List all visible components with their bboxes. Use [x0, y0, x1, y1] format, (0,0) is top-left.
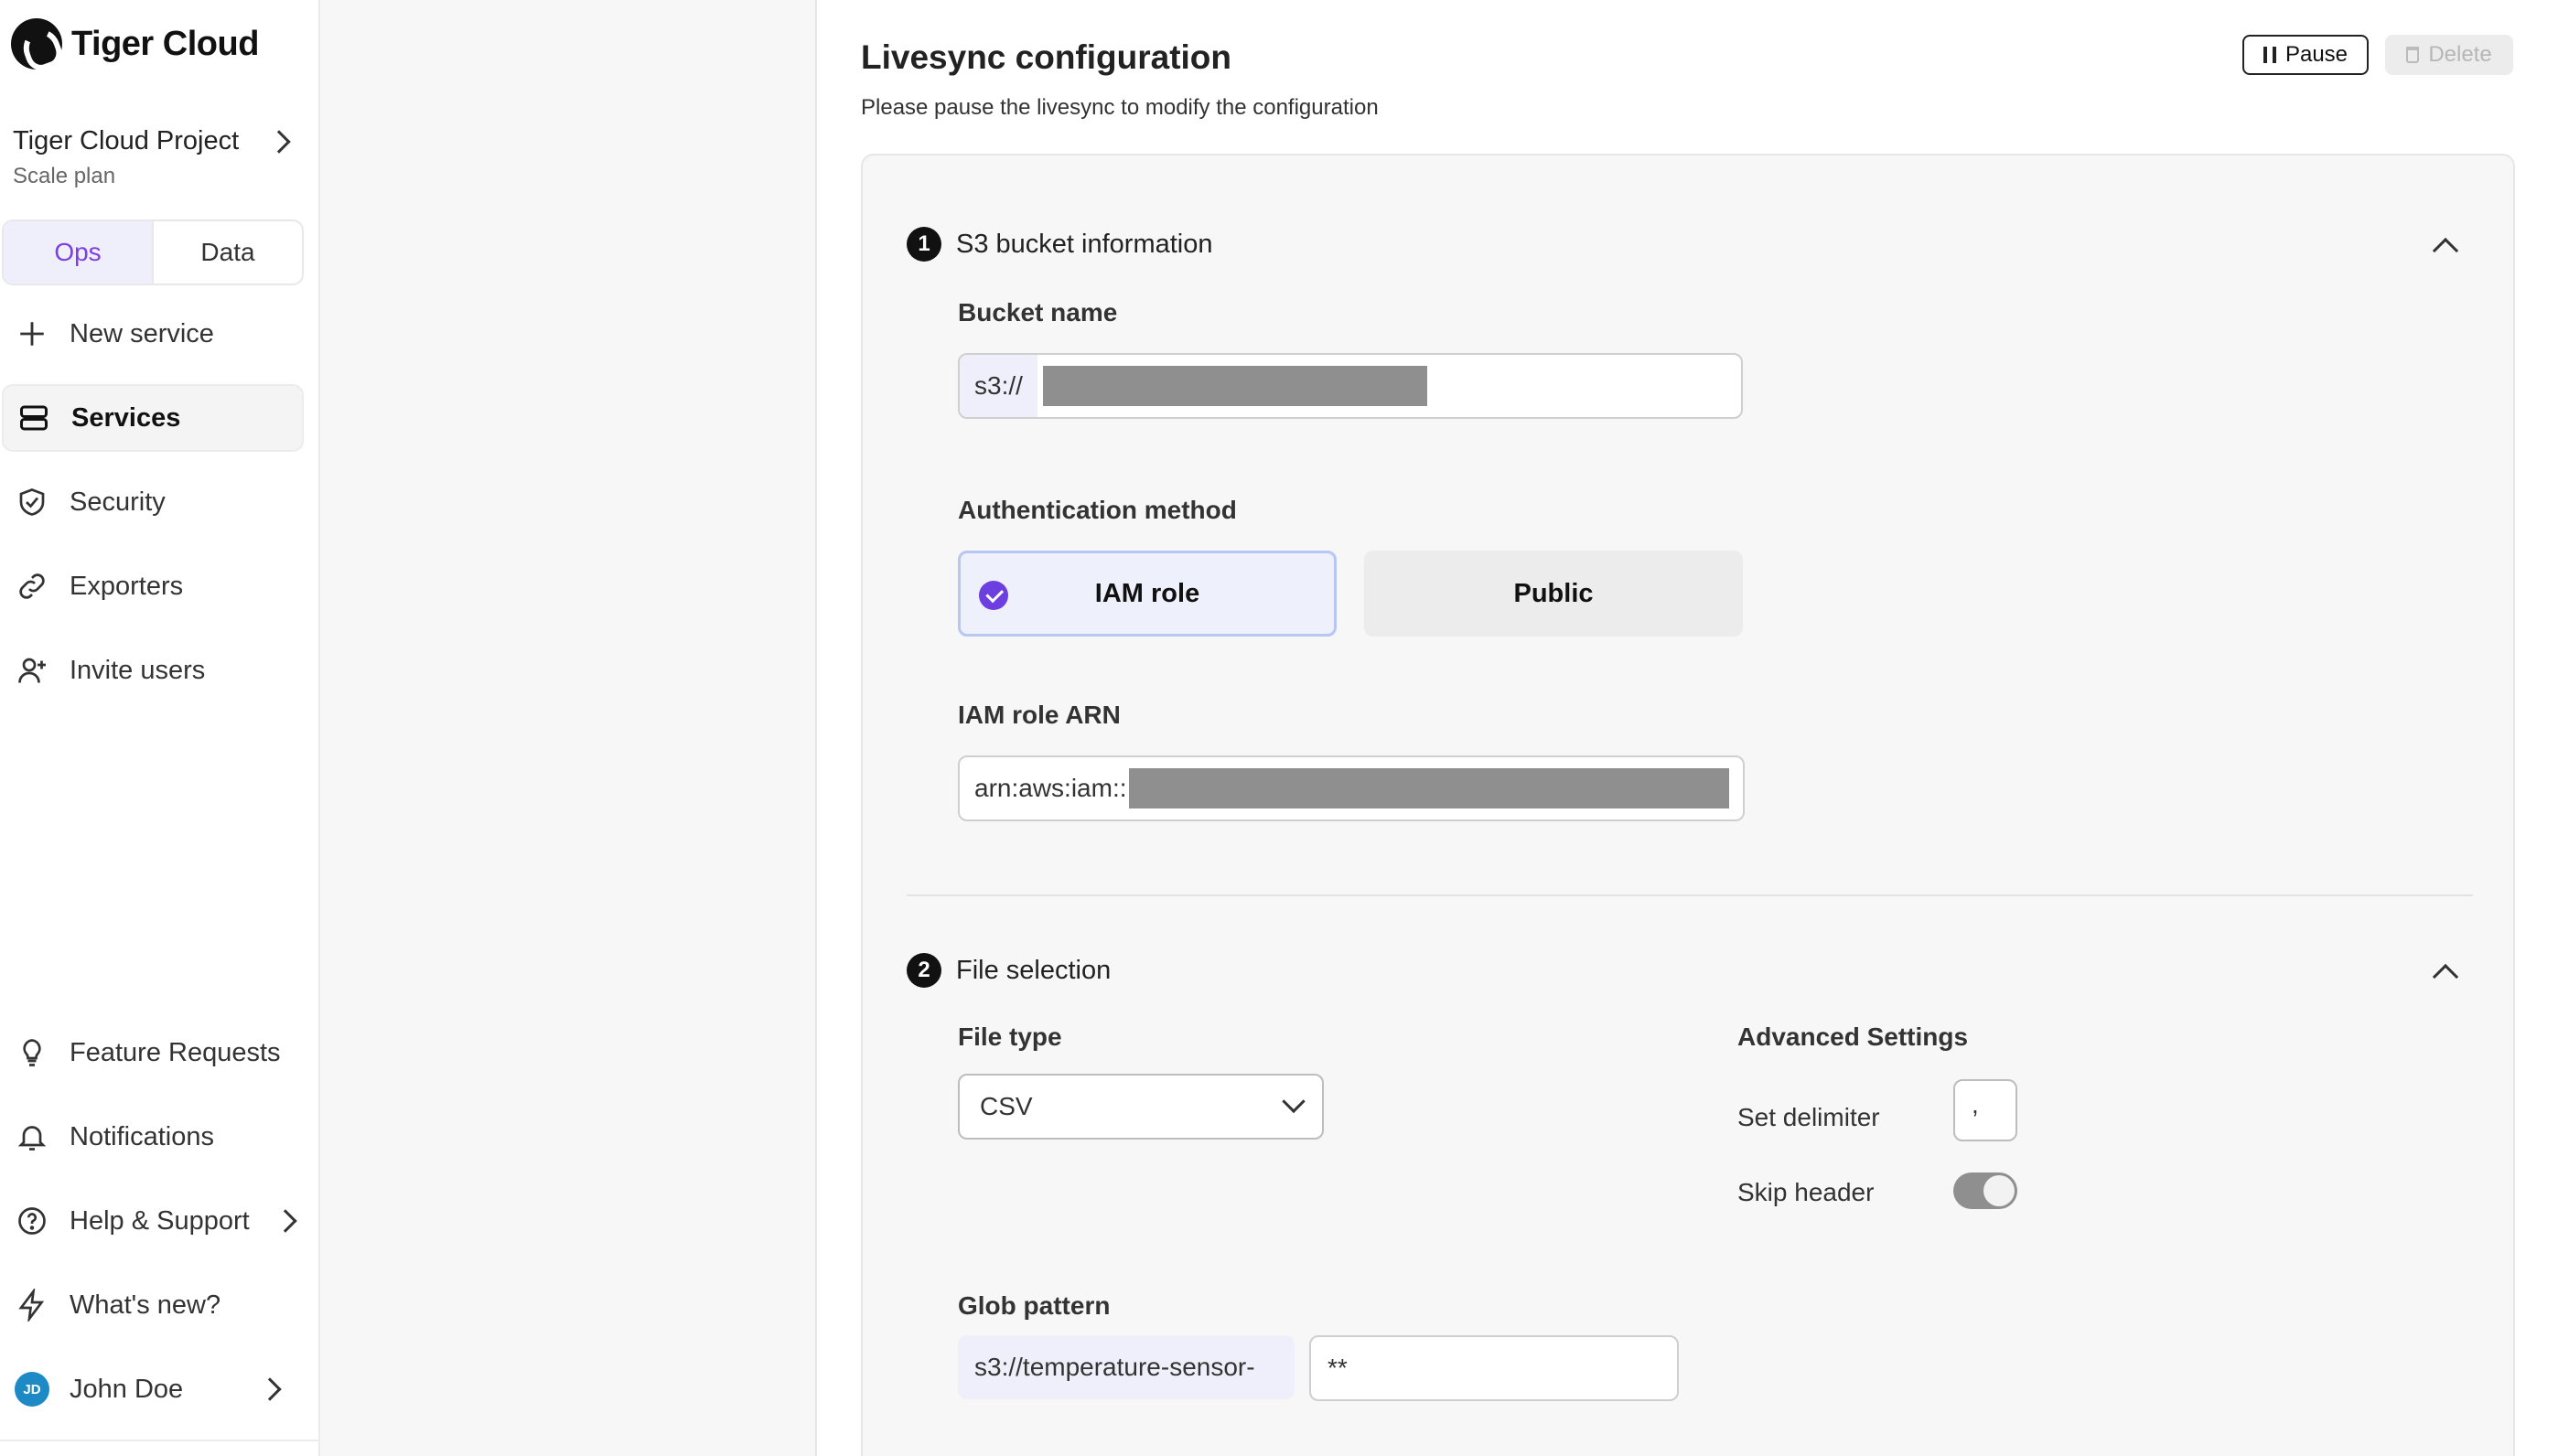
bell-icon: [15, 1119, 49, 1154]
glob-pattern-label: Glob pattern: [958, 1291, 1111, 1320]
check-circle-icon: [979, 581, 1008, 610]
project-switcher[interactable]: Tiger Cloud Project Scale plan: [13, 126, 306, 189]
bucket-prefix: s3://: [960, 355, 1037, 417]
question-circle-icon: [15, 1204, 49, 1238]
chevron-right-icon: [273, 1209, 297, 1233]
sidebar-item-feature-requests[interactable]: Feature Requests: [2, 1019, 304, 1087]
sidebar-item-exporters[interactable]: Exporters: [2, 552, 304, 620]
chevron-up-icon[interactable]: [2432, 237, 2459, 264]
project-name: Tiger Cloud Project: [13, 126, 240, 155]
main-content: Livesync configuration Please pause the …: [817, 0, 2569, 1456]
sidebar-item-whats-new[interactable]: What's new?: [2, 1271, 304, 1339]
step-2-header[interactable]: 2 File selection: [907, 953, 1111, 988]
pause-button[interactable]: Pause: [2242, 35, 2369, 75]
sidebar-item-help-support[interactable]: Help & Support: [2, 1187, 304, 1255]
trash-icon: [2406, 47, 2420, 63]
chevron-right-icon: [267, 129, 291, 154]
auth-option-public[interactable]: Public: [1364, 551, 1743, 637]
arn-prefix: arn:aws:iam::: [974, 774, 1127, 802]
glob-pattern-input[interactable]: **: [1309, 1335, 1679, 1401]
sidebar-item-label: Exporters: [70, 571, 184, 601]
file-type-value: CSV: [980, 1092, 1033, 1120]
sidebar-item-label: Invite users: [70, 655, 206, 685]
page-subtitle: Please pause the livesync to modify the …: [861, 95, 1379, 120]
step-title: File selection: [956, 955, 1112, 985]
sidebar-item-label: Notifications: [70, 1121, 214, 1151]
step-title: S3 bucket information: [956, 229, 1213, 259]
glob-pattern-value: **: [1327, 1354, 1348, 1382]
step-number: 1: [907, 227, 941, 262]
project-plan: Scale plan: [13, 164, 116, 188]
delimiter-input[interactable]: ,: [1953, 1079, 2017, 1141]
tiger-logo-icon: [11, 18, 62, 70]
step-1-header[interactable]: 1 S3 bucket information: [907, 227, 1212, 262]
glob-prefix: s3://temperature-sensor-: [958, 1335, 1295, 1399]
sidebar-item-security[interactable]: Security: [2, 468, 304, 536]
shield-check-icon: [15, 485, 49, 519]
plus-icon: [15, 316, 49, 351]
lightning-icon: [15, 1288, 49, 1322]
avatar: JD: [15, 1372, 49, 1407]
user-name: John Doe: [70, 1374, 184, 1404]
auth-option-label: IAM role: [1094, 578, 1200, 608]
skip-header-toggle[interactable]: [1953, 1172, 2017, 1209]
file-type-label: File type: [958, 1022, 1062, 1051]
advanced-settings-label: Advanced Settings: [1737, 1022, 1969, 1051]
link-icon: [15, 569, 49, 604]
logo[interactable]: Tiger Cloud: [11, 18, 259, 70]
section-divider: [907, 894, 2473, 896]
sidebar-item-label: Feature Requests: [70, 1037, 281, 1067]
user-menu[interactable]: JD John Doe: [2, 1355, 304, 1423]
skip-header-label: Skip header: [1737, 1178, 1875, 1206]
sidebar-item-invite-users[interactable]: Invite users: [2, 637, 304, 704]
auth-option-label: Public: [1513, 578, 1594, 608]
sidebar-item-notifications[interactable]: Notifications: [2, 1103, 304, 1171]
sidebar-item-label: New service: [70, 318, 214, 348]
iam-role-arn-label: IAM role ARN: [958, 701, 1121, 729]
file-type-select[interactable]: CSV: [958, 1074, 1324, 1140]
tab-data[interactable]: Data: [154, 221, 302, 284]
redacted-value: [1042, 366, 1427, 406]
tab-ops[interactable]: Ops: [4, 221, 154, 284]
sidebar-item-label: Security: [70, 487, 166, 517]
sidebar-item-label: What's new?: [70, 1290, 221, 1320]
secondary-panel: [320, 0, 817, 1456]
delete-label: Delete: [2428, 42, 2492, 67]
page-title: Livesync configuration: [861, 38, 1232, 76]
sidebar-item-label: Services: [71, 402, 181, 433]
chevron-right-icon: [258, 1377, 282, 1401]
ops-data-toggle: Ops Data: [2, 219, 304, 285]
redacted-value: [1128, 768, 1729, 808]
delimiter-label: Set delimiter: [1737, 1103, 1880, 1131]
chevron-up-icon[interactable]: [2432, 963, 2459, 990]
delete-button[interactable]: Delete: [2385, 35, 2513, 75]
auth-method-label: Authentication method: [958, 496, 1237, 524]
chevron-down-icon: [1282, 1089, 1306, 1114]
iam-role-arn-field[interactable]: arn:aws:iam::: [958, 755, 1745, 821]
sidebar: Tiger Cloud Tiger Cloud Project Scale pl…: [0, 0, 320, 1456]
bucket-name-field[interactable]: s3://: [958, 353, 1743, 419]
sidebar-item-new-service[interactable]: New service: [2, 300, 304, 368]
config-card: 1 S3 bucket information Bucket name s3:/…: [861, 154, 2515, 1456]
sidebar-item-label: Help & Support: [70, 1205, 250, 1236]
auth-option-iam-role[interactable]: IAM role: [958, 551, 1337, 637]
sidebar-divider: [0, 1440, 320, 1441]
server-icon: [16, 401, 51, 435]
sidebar-item-services[interactable]: Services: [2, 384, 304, 452]
lightbulb-icon: [15, 1035, 49, 1070]
brand-name: Tiger Cloud: [71, 24, 259, 63]
user-plus-icon: [15, 653, 49, 688]
pause-icon: [2263, 47, 2276, 63]
step-number: 2: [907, 953, 941, 988]
bucket-name-label: Bucket name: [958, 298, 1118, 327]
pause-label: Pause: [2284, 42, 2349, 67]
